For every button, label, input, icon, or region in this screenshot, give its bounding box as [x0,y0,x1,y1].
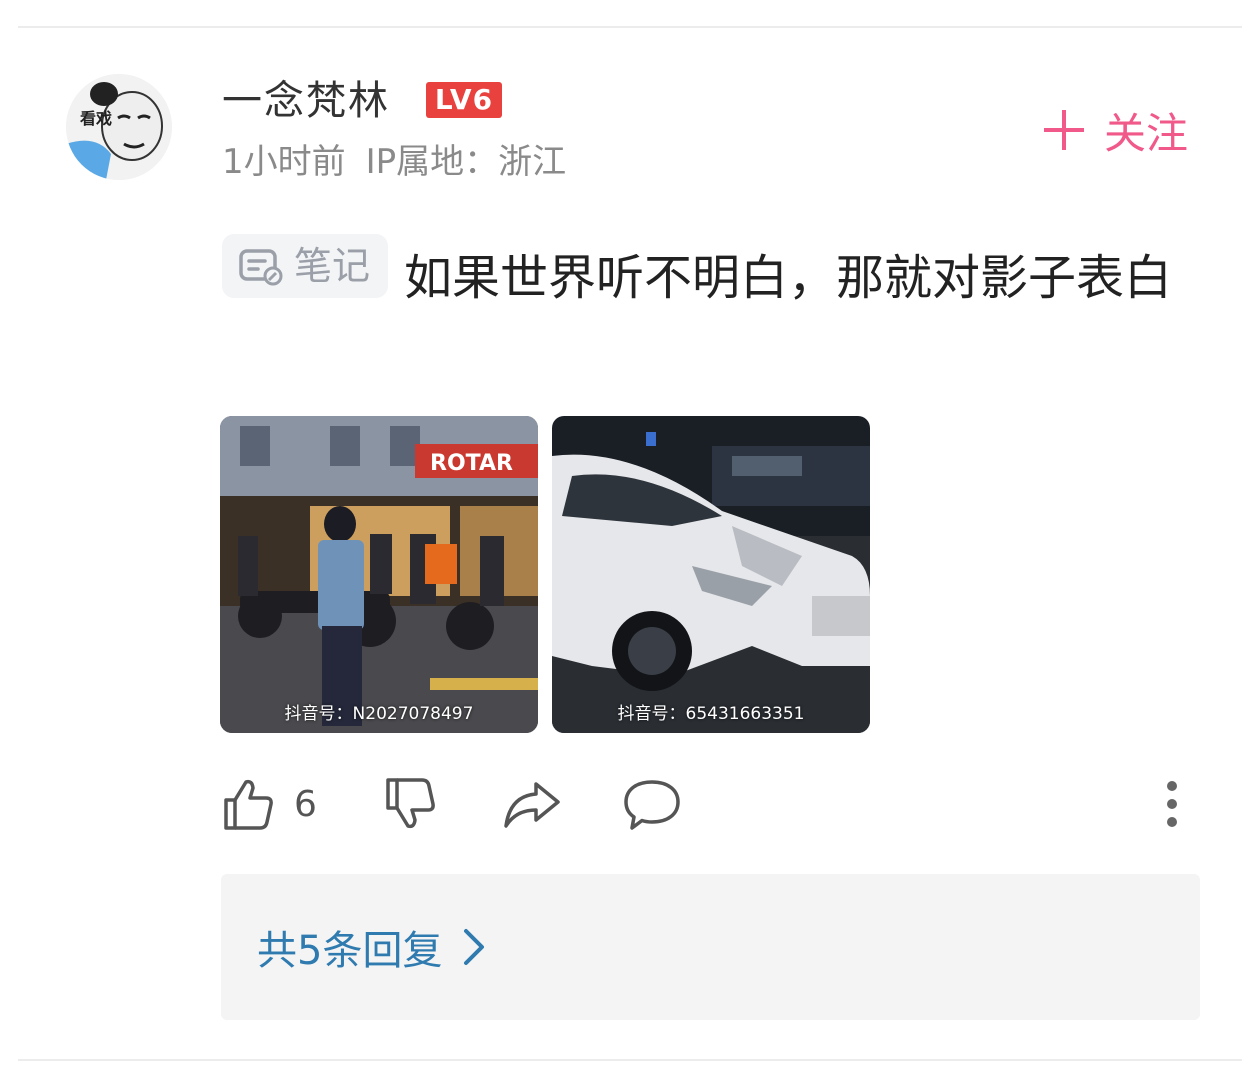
note-tag[interactable]: 笔记 [222,234,389,298]
speech-bubble-icon [624,780,680,830]
like-count: 6 [294,783,317,825]
replies-label: 共5条回复 [257,928,443,974]
comment-text: 如果世界听不明白，那就对影子表白 [404,250,1173,306]
image-watermark: 抖音号：N2027078497 [284,704,474,724]
reply-button[interactable] [622,772,682,836]
like-button[interactable]: 6 [220,772,317,836]
avatar-caption: 看戏 [79,109,112,128]
image-watermark: 抖音号：65431663351 [617,704,805,724]
plus-icon [1044,110,1084,150]
follow-button[interactable]: 关注 [1044,100,1188,160]
level-badge: LV6 [426,82,502,118]
top-divider [18,26,1242,28]
follow-label: 关注 [1104,108,1189,158]
note-icon [239,249,283,286]
username[interactable]: 一念梵林 [222,74,390,128]
thumb-up-icon [224,779,273,830]
thumb-down-icon [386,778,435,829]
more-options-button[interactable] [1158,772,1186,836]
ip-location: IP属地：浙江 [365,142,567,182]
more-vertical-icon [1167,781,1177,827]
comment-actions: 6 [220,772,1200,836]
chevron-right-icon [464,929,485,965]
comment-meta: 1小时前 IP属地：浙江 [222,138,566,186]
comment-text-block: 笔记 如果世界听不明白，那就对影子表白 [222,234,1182,319]
view-replies-link[interactable]: 共5条回复 [257,920,486,974]
avatar[interactable]: 看戏 [66,74,172,180]
note-tag-label: 笔记 [294,244,371,288]
dislike-button[interactable] [382,772,438,836]
comment-image-2[interactable]: 抖音号：65431663351 [552,416,870,733]
share-arrow-icon [504,782,560,828]
comment-time: 1小时前 [222,142,346,182]
bottom-divider [18,1059,1242,1061]
share-button[interactable] [502,772,562,836]
shop-sign-text: ROTAR [430,451,513,476]
comment-image-1[interactable]: ROTAR 抖音号：N2027078497 [220,416,538,733]
replies-panel: 共5条回复 [221,874,1200,1020]
